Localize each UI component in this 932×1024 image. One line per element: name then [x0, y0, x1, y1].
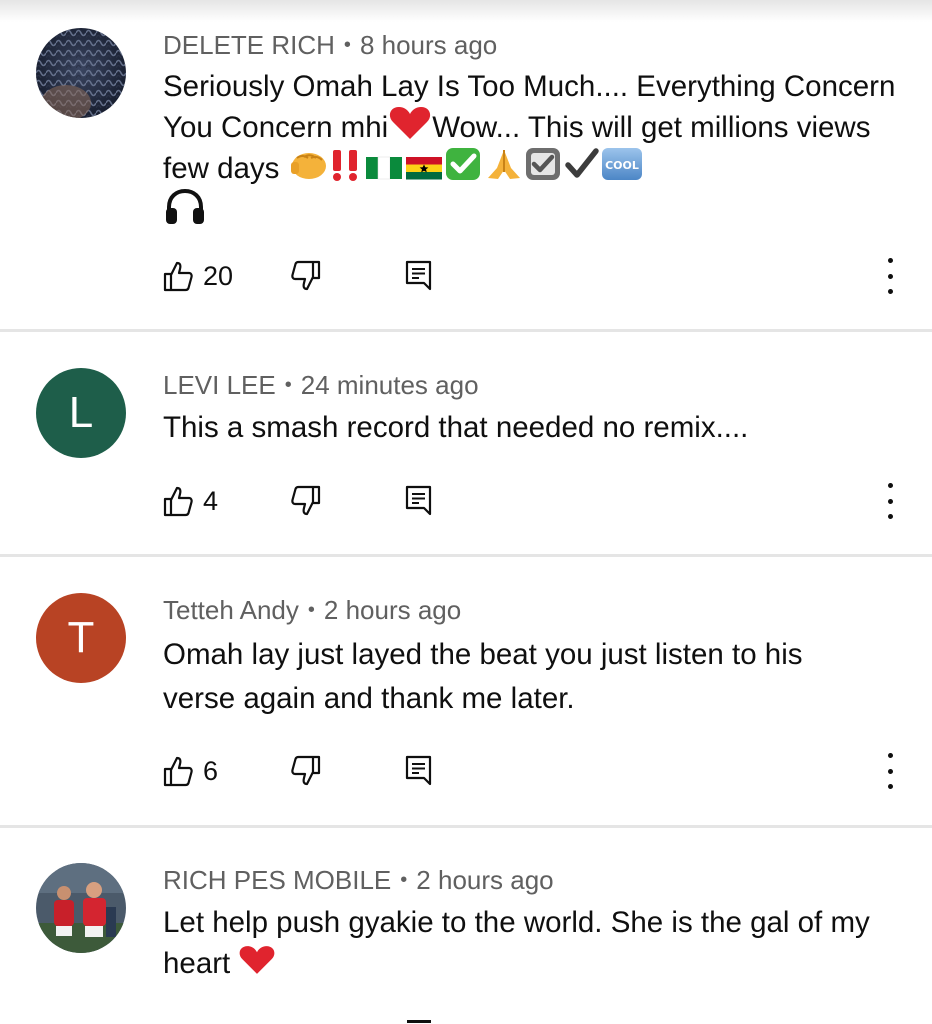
- comment-text: Let help push gyakie to the world. She i…: [163, 903, 883, 984]
- comment-thread: RICH PES MOBILE • 2 hours ago Let help pus…: [0, 0, 932, 1024]
- author-name[interactable]: RICH PES MOBILE: [163, 865, 391, 895]
- avatar[interactable]: [36, 863, 126, 953]
- reply-comment-icon[interactable]: [407, 1020, 431, 1023]
- timestamp[interactable]: 2 hours ago: [416, 865, 553, 895]
- comment-meta: RICH PES MOBILE • 2 hours ago: [163, 865, 554, 898]
- red-heart-icon: [240, 946, 275, 974]
- football-players-avatar-icon: [36, 863, 126, 953]
- separator-dot: •: [400, 869, 408, 891]
